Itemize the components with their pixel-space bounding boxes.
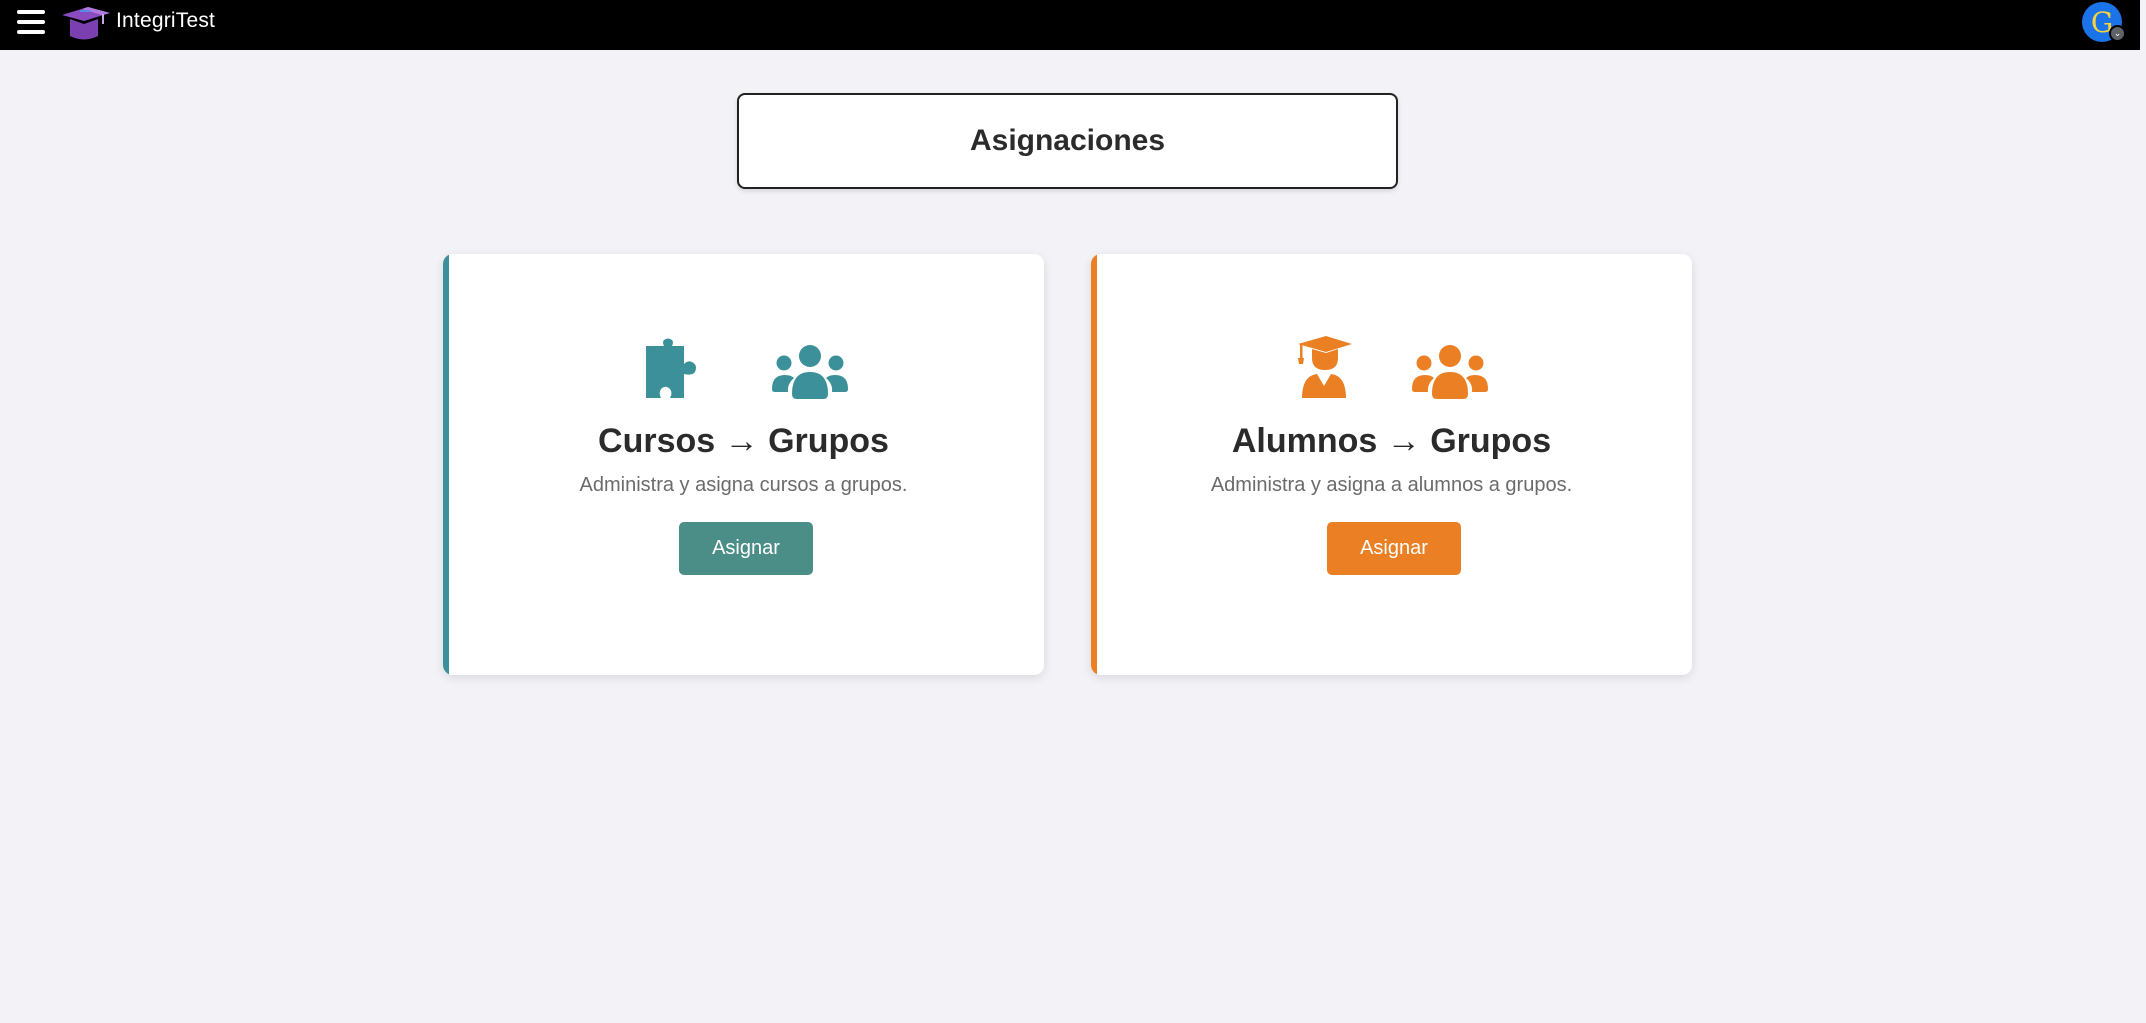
assign-students-button[interactable]: Asignar [1327,522,1461,575]
user-avatar[interactable]: G ⌄ [2082,2,2132,42]
graduate-student-icon [1297,336,1352,398]
hamburger-menu-icon[interactable] [16,7,46,37]
graduation-cap-logo-icon[interactable] [58,3,112,43]
page-title-box: Asignaciones [737,93,1398,189]
users-group-icon [1411,345,1488,399]
chevron-down-icon: ⌄ [2109,25,2126,42]
page-scrollbar[interactable] [2140,0,2146,1023]
card-accent-bar [1091,254,1097,675]
card-icons [443,334,1044,400]
card-icons [1091,334,1692,400]
assign-courses-button[interactable]: Asignar [679,522,813,575]
users-group-icon [771,345,848,399]
app-brand-name[interactable]: IntegriTest [116,9,215,33]
assign-courses-card: Cursos → Grupos Administra y asigna curs… [443,254,1044,675]
card-title: Alumnos → Grupos [1231,422,1552,460]
card-description: Administra y asigna cursos a grupos. [579,474,908,496]
card-description: Administra y asigna a alumnos a grupos. [1210,474,1573,496]
card-accent-bar [443,254,449,675]
card-title: Cursos → Grupos [598,422,889,460]
puzzle-piece-icon [645,338,696,398]
page-title: Asignaciones [969,124,1166,157]
assign-students-card: Alumnos → Grupos Administra y asigna a a… [1091,254,1692,675]
top-navbar: IntegriTest G ⌄ [0,0,2146,50]
